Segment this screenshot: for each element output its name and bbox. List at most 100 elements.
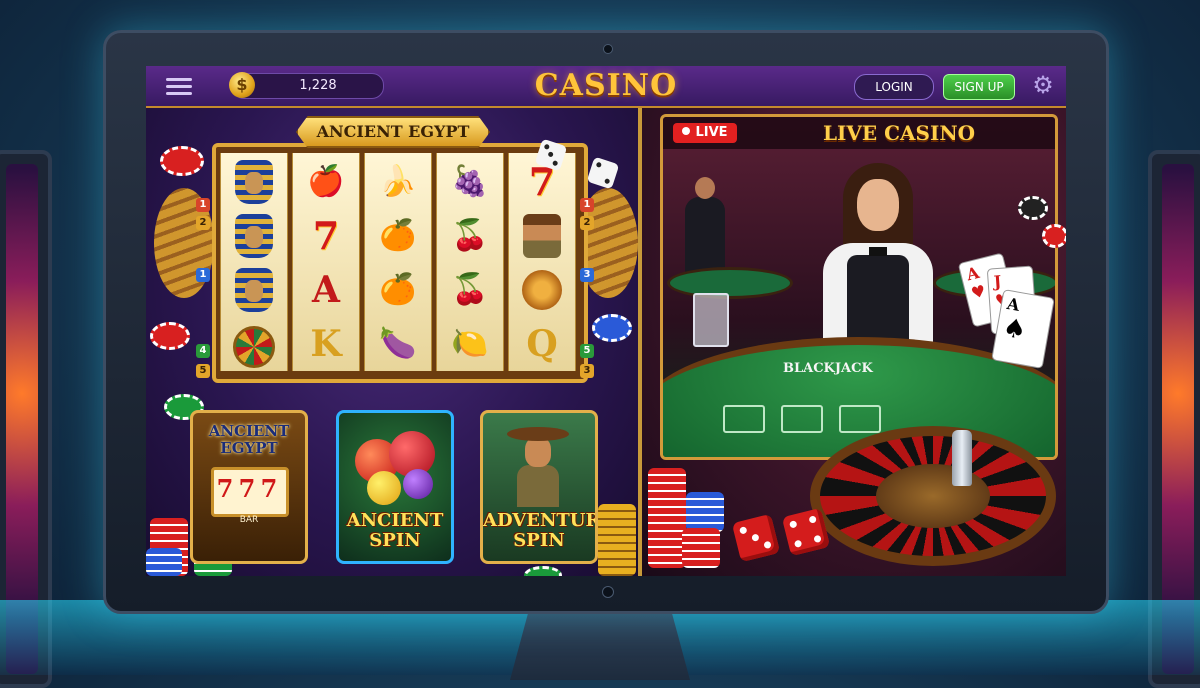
pharaoh-icon (221, 263, 287, 317)
payline-badge: 2 (196, 216, 210, 230)
top-bar: $ 1,228 CASINO LOGIN SIGN UP ⚙ (146, 66, 1066, 108)
mini-reel-symbol: 7 (260, 474, 278, 503)
slot-cell: 🍆 (379, 326, 417, 361)
coin-icon: $ (229, 72, 255, 98)
payline-badge: 2 (580, 216, 594, 230)
webcam-icon (603, 44, 613, 54)
pharaoh-icon (221, 209, 287, 263)
left-monitor-glow (6, 164, 38, 674)
slot-machine-reels[interactable]: 🍎 7 A K 🍌 🍊 🍊 🍆 🍇 🍒 🍒 🍋 7 Q (212, 143, 588, 383)
blackjack-table-label: BLACKJACK (783, 361, 873, 376)
black-chip-icon (1018, 196, 1048, 220)
fruit-icon (403, 469, 433, 499)
payline-badge: 1 (196, 268, 210, 282)
bet-spot[interactable] (781, 405, 823, 433)
game-tile-ancient-spin[interactable]: ANCIENT SPIN (336, 410, 454, 564)
card-suit: ♥ (969, 280, 988, 303)
slot-title: ANCIENT EGYPT (316, 122, 470, 141)
mini-slot-caption: BAR (239, 515, 259, 525)
mini-slot-machine: 777 (211, 467, 289, 517)
red-chip-icon (160, 146, 204, 176)
white-die-icon (586, 156, 620, 190)
live-video-frame[interactable]: BLACKJACK LIVE LIVE CASINO A♥ J♥ A♠ (660, 114, 1058, 460)
live-header: LIVE LIVE CASINO (663, 117, 1055, 149)
explorer-icon (507, 427, 569, 507)
slot-cell: 🍒 (451, 218, 489, 253)
slot-cell-letter: A (312, 269, 340, 311)
payline-badge: 4 (196, 344, 210, 358)
live-casino-panel[interactable]: BLACKJACK LIVE LIVE CASINO A♥ J♥ A♠ (642, 108, 1066, 576)
blue-chip-stack (146, 548, 182, 576)
slot-cell-letter: Q (526, 323, 558, 365)
roulette-center (876, 464, 990, 528)
main-monitor: $ 1,228 CASINO LOGIN SIGN UP ⚙ 🍎 7 A K 🍌… (103, 30, 1109, 614)
slot-cell: 🍌 (379, 164, 417, 199)
red-chip-icon (150, 322, 190, 350)
bet-spot[interactable] (723, 405, 765, 433)
blue-chip-stack (686, 492, 724, 532)
slot-cell: 🍒 (451, 272, 489, 307)
lion-icon (509, 263, 575, 317)
fruit-icon (367, 471, 401, 505)
payline-badge: 5 (580, 344, 594, 358)
slot-cell: 🍊 (379, 218, 417, 253)
roulette-spindle (952, 430, 972, 486)
wheel-icon (221, 317, 287, 371)
green-chip-icon (524, 566, 562, 576)
mini-reel-symbol: 7 (238, 474, 256, 503)
background-table (667, 267, 793, 299)
card-rank: A (1005, 294, 1022, 315)
red-die-icon (731, 513, 781, 563)
explorer-icon (509, 209, 575, 263)
bet-spot[interactable] (839, 405, 881, 433)
payline-badge: 3 (580, 268, 594, 282)
card-shoe (693, 293, 729, 347)
right-monitor-glow (1162, 164, 1194, 674)
red-chip-stack (682, 528, 720, 568)
reel-5: 7 Q (508, 153, 576, 371)
game-tile-ancient-egypt[interactable]: ANCIENT EGYPT 777 BAR (190, 410, 308, 564)
game-title: ANCIENT EGYPT (208, 422, 290, 457)
gear-icon[interactable]: ⚙ (1030, 72, 1056, 98)
card-rank: J (993, 271, 1002, 292)
payline-badge: 1 (580, 198, 594, 212)
slot-cell: 🍇 (451, 164, 489, 199)
payline-badge: 5 (196, 364, 210, 378)
card-suit: ♠ (1000, 312, 1029, 347)
sign-up-button[interactable]: SIGN UP (943, 74, 1015, 100)
red-chip-stack (648, 468, 686, 568)
pharaoh-icon (221, 155, 287, 209)
game-title: ANCIENT SPIN (346, 510, 444, 551)
casino-screen: $ 1,228 CASINO LOGIN SIGN UP ⚙ 🍎 7 A K 🍌… (146, 66, 1066, 576)
live-dealer (813, 163, 943, 363)
reel-3: 🍌 🍊 🍊 🍆 (364, 153, 432, 371)
slot-cell-letter: K (310, 323, 342, 365)
power-indicator (602, 586, 614, 598)
reel-4: 🍇 🍒 🍒 🍋 (436, 153, 504, 371)
playing-card: A ♠ (991, 289, 1055, 369)
payline-badge: 3 (580, 364, 594, 378)
background-dealer (685, 177, 725, 277)
slot-cell: 🍋 (451, 326, 489, 361)
game-tile-adventure-spin[interactable]: ADVENTURE SPIN (480, 410, 598, 564)
slot-title-banner: ANCIENT EGYPT (296, 116, 490, 148)
slot-cell-seven: 7 (312, 213, 340, 258)
payline-badge: 1 (196, 198, 210, 212)
live-casino-title: LIVE CASINO (822, 121, 976, 145)
login-button[interactable]: LOGIN (854, 74, 934, 100)
slots-panel: 🍎 7 A K 🍌 🍊 🍊 🍆 🍇 🍒 🍒 🍋 7 Q 1 2 1 4 5 1 … (146, 108, 638, 576)
roulette-wheel[interactable] (810, 426, 1056, 566)
balance-amount: 1,228 (299, 78, 337, 93)
live-badge: LIVE (673, 123, 737, 143)
gold-chip-stack (598, 504, 636, 576)
reel-1 (220, 153, 288, 371)
coin-balance: $ 1,228 (229, 72, 384, 99)
slot-cell: 🍊 (379, 272, 417, 307)
hamburger-menu-icon[interactable] (166, 74, 192, 96)
blue-chip-icon (592, 314, 632, 342)
red-chip-icon (1042, 224, 1066, 248)
reel-2: 🍎 7 A K (292, 153, 360, 371)
mini-reel-symbol: 7 (216, 474, 234, 503)
game-title: ADVENTURE SPIN (483, 510, 595, 551)
slot-cell: 🍎 (307, 164, 345, 199)
